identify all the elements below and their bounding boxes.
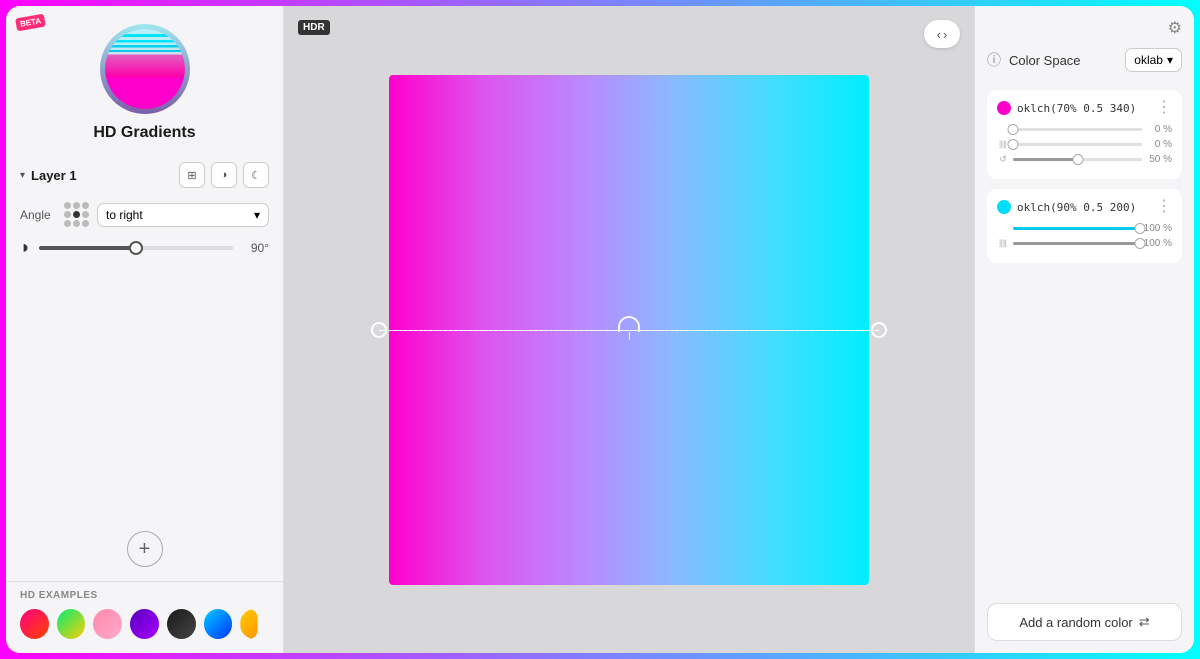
angle-value: 90° xyxy=(241,241,269,255)
layer-moon-icon[interactable]: ☾ xyxy=(243,162,269,188)
dot-tc[interactable] xyxy=(73,202,80,209)
chevron-down-icon: ▾ xyxy=(1167,53,1173,67)
hdr-badge: HDR xyxy=(298,20,330,35)
slider1-track[interactable] xyxy=(1013,128,1142,131)
main-canvas: HDR ‹ › xyxy=(284,6,974,653)
add-color-label: Add a random color xyxy=(1019,615,1132,630)
stop2-slider1-value: 100 % xyxy=(1144,223,1172,234)
layer-circle-icon[interactable]: ◑ xyxy=(211,162,237,188)
color-space-row: ⓘ Color Space oklab ▾ xyxy=(987,48,1182,72)
stop2-slider1-track[interactable] xyxy=(1013,227,1140,230)
dot-ml[interactable] xyxy=(64,211,71,218)
right-panel: ⚙ ⓘ Color Space oklab ▾ oklch(70% 0.5 34… xyxy=(974,6,1194,653)
layer-name: Layer 1 xyxy=(31,168,77,183)
dot-br[interactable] xyxy=(82,220,89,227)
color-stop-name-1: oklch(70% 0.5 340) xyxy=(1017,102,1150,115)
angle-slider-track[interactable] xyxy=(39,246,233,250)
examples-label: HD EXAMPLES xyxy=(20,590,269,601)
slider1-value: 0 % xyxy=(1146,124,1172,135)
app-title: HD Gradients xyxy=(93,124,195,142)
gradient-canvas[interactable] xyxy=(389,75,869,585)
color-stop-2: oklch(90% 0.5 200) ⋮ 100 % ⛓ 100 % xyxy=(987,189,1182,263)
angle-dropdown[interactable]: to right ▾ xyxy=(97,203,269,227)
settings-icon[interactable]: ⚙ xyxy=(1168,18,1182,38)
app-container: BETA HD Gradients ▾ Layer 1 ⊞ ◑ ☾ xyxy=(6,6,1194,653)
color-stop-menu-1[interactable]: ⋮ xyxy=(1156,100,1172,116)
stop2-slider2-icon: ⛓ xyxy=(997,239,1009,248)
example-green-yellow[interactable] xyxy=(57,609,86,639)
gradient-endpoint-left[interactable] xyxy=(371,322,387,338)
dot-bc[interactable] xyxy=(73,220,80,227)
slider2-track[interactable] xyxy=(1013,143,1142,146)
add-random-color-button[interactable]: Add a random color ⇄ xyxy=(987,603,1182,641)
dot-tl[interactable] xyxy=(64,202,71,209)
examples-section: HD EXAMPLES xyxy=(6,581,283,653)
shuffle-icon: ⇄ xyxy=(1139,614,1150,630)
color-stop-name-2: oklch(90% 0.5 200) xyxy=(1017,201,1150,214)
angle-slider-icon: ◗ xyxy=(20,237,31,258)
color-dot-2[interactable] xyxy=(997,200,1011,214)
example-blue-cyan[interactable] xyxy=(204,609,233,639)
color-space-dropdown[interactable]: oklab ▾ xyxy=(1125,48,1182,72)
example-light-pink[interactable] xyxy=(93,609,122,639)
stop2-slider2-value: 100 % xyxy=(1144,238,1172,249)
color-stop-menu-2[interactable]: ⋮ xyxy=(1156,199,1172,215)
info-icon[interactable]: ⓘ xyxy=(987,50,1001,70)
angle-direction-value: to right xyxy=(106,208,143,222)
layer-section: ▾ Layer 1 ⊞ ◑ ☾ Angle xyxy=(6,154,283,581)
angle-label: Angle xyxy=(20,208,56,222)
dot-mc[interactable] xyxy=(73,211,80,218)
stop2-slider2-track[interactable] xyxy=(1013,242,1140,245)
sidebar-header: BETA HD Gradients xyxy=(6,6,283,154)
dot-mr[interactable] xyxy=(82,211,89,218)
layer-header: ▾ Layer 1 ⊞ ◑ ☾ xyxy=(20,154,269,196)
example-dark[interactable] xyxy=(167,609,196,639)
color-space-value: oklab xyxy=(1134,53,1163,67)
layer-collapse-icon[interactable]: ▾ xyxy=(20,170,25,181)
gradient-midpoint[interactable] xyxy=(618,316,640,340)
app-logo xyxy=(100,24,190,114)
dot-bl[interactable] xyxy=(64,220,71,227)
gradient-endpoint-right[interactable] xyxy=(871,322,887,338)
chevron-down-icon: ▾ xyxy=(254,208,260,222)
color-space-label: Color Space xyxy=(1009,53,1117,68)
slider3-track[interactable] xyxy=(1013,158,1142,161)
angle-slider-row: ◗ 90° xyxy=(20,237,269,258)
example-yellow[interactable] xyxy=(240,609,269,639)
direction-dots[interactable] xyxy=(64,202,89,227)
slider2-value: 0 % xyxy=(1146,139,1172,150)
examples-row xyxy=(20,609,269,639)
slider3-value: 50 % xyxy=(1146,154,1172,165)
sidebar: BETA HD Gradients ▾ Layer 1 ⊞ ◑ ☾ xyxy=(6,6,284,653)
color-dot-1[interactable] xyxy=(997,101,1011,115)
beta-badge: BETA xyxy=(15,14,46,32)
add-layer-button[interactable]: + xyxy=(127,531,163,567)
nav-arrow[interactable]: ‹ › xyxy=(924,20,960,48)
dot-tr[interactable] xyxy=(82,202,89,209)
example-purple[interactable] xyxy=(130,609,159,639)
layer-grid-icon[interactable]: ⊞ xyxy=(179,162,205,188)
angle-row: Angle to right ▾ xyxy=(20,202,269,227)
nav-right-icon: › xyxy=(943,27,947,42)
color-stop-1: oklch(70% 0.5 340) ⋮ 0 % ⛓ 0 % xyxy=(987,90,1182,179)
example-pink-orange[interactable] xyxy=(20,609,49,639)
slider3-icon: ↺ xyxy=(997,154,1009,165)
nav-left-icon: ‹ xyxy=(937,27,941,42)
